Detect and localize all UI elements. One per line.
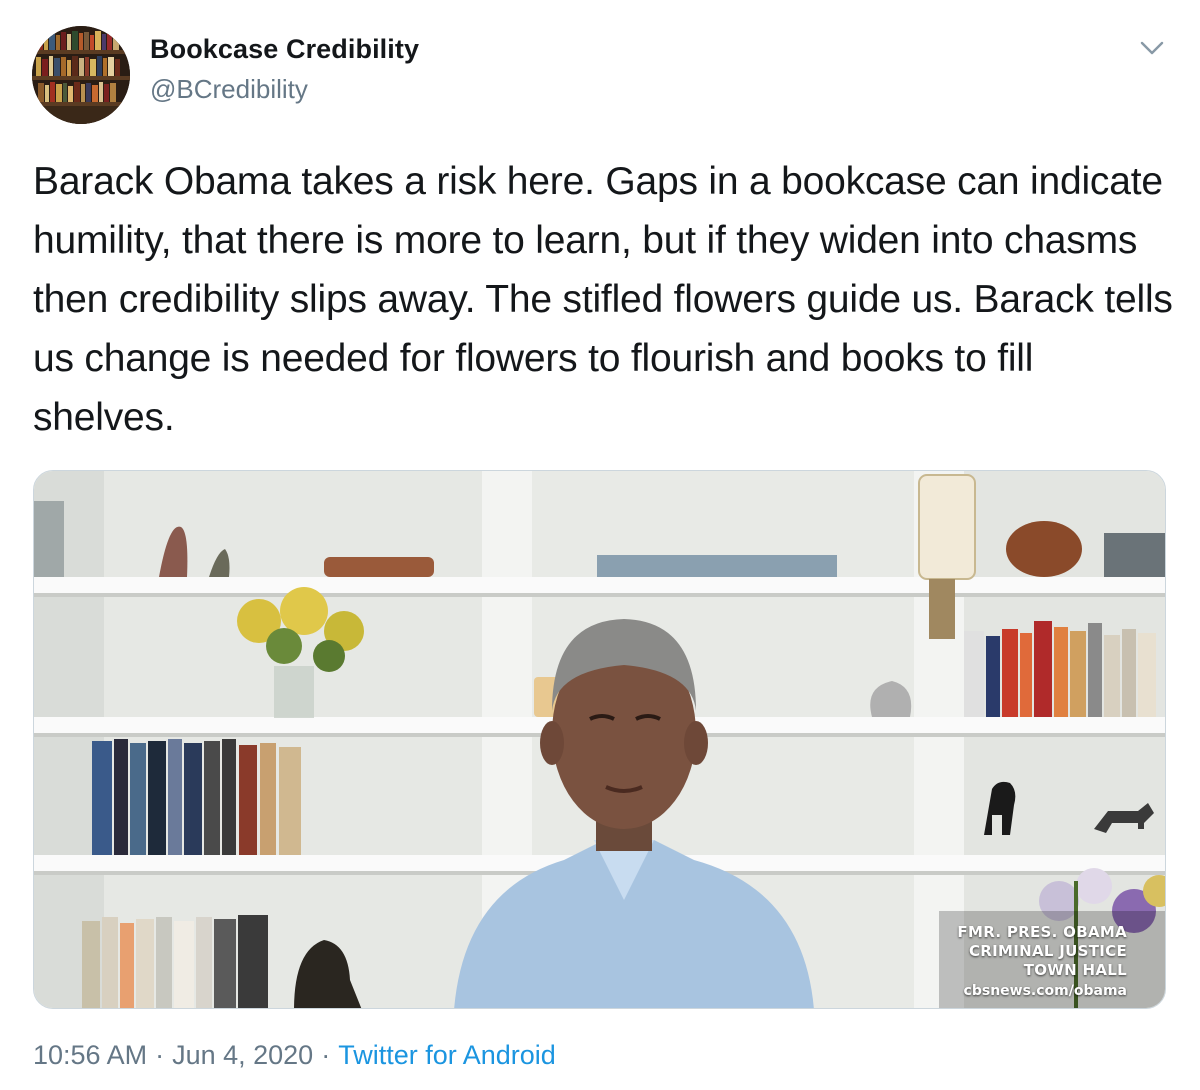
tweet-time[interactable]: 10:56 AM (33, 1040, 147, 1070)
tweet-card: Bookcase Credibility @BCredibility Barac… (0, 0, 1200, 1090)
tweet-video-thumbnail[interactable]: FMR. PRES. OBAMA CRIMINAL JUSTICE TOWN H… (33, 470, 1166, 1009)
video-lower-third: FMR. PRES. OBAMA CRIMINAL JUSTICE TOWN H… (957, 923, 1127, 1002)
profile-avatar[interactable] (32, 26, 130, 124)
lower-third-url: cbsnews.com/obama (963, 983, 1127, 999)
tweet-text: Barack Obama takes a risk here. Gaps in … (33, 160, 1173, 439)
author-handle[interactable]: @BCredibility (150, 74, 308, 105)
meta-separator: · (321, 1040, 331, 1070)
chevron-down-icon (1140, 41, 1164, 55)
lower-third-line: TOWN HALL (1023, 961, 1127, 979)
lower-third-line: CRIMINAL JUSTICE (968, 942, 1127, 960)
author-display-name[interactable]: Bookcase Credibility (150, 34, 419, 65)
tweet-menu-caret[interactable] (1136, 34, 1168, 62)
lower-third-line: FMR. PRES. OBAMA (957, 923, 1127, 941)
tweet-date[interactable]: Jun 4, 2020 (172, 1040, 313, 1070)
tweet-metadata: 10:56 AM · Jun 4, 2020 · Twitter for Android (33, 1040, 556, 1071)
meta-separator: · (155, 1040, 165, 1070)
bookshelf-avatar-icon (32, 26, 130, 124)
tweet-source-link[interactable]: Twitter for Android (338, 1040, 556, 1070)
